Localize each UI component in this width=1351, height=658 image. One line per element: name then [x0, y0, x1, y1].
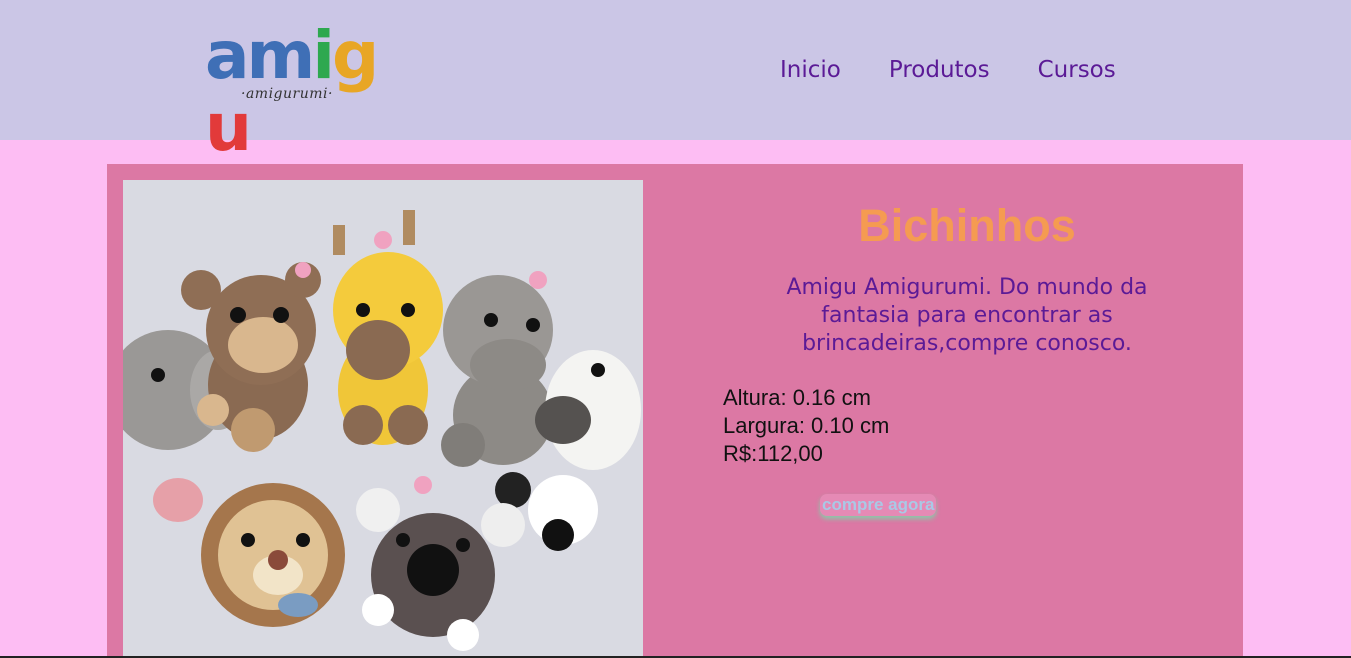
logo-tagline: ·amigurumi·	[241, 86, 333, 102]
product-description: Amigu Amigurumi. Do mundo da fantasia pa…	[786, 275, 1148, 356]
main-nav: Inicio Produtos Cursos	[780, 55, 1164, 85]
logo-letter: g	[331, 17, 379, 94]
logo-letter: u	[205, 89, 252, 166]
product-price: R$:112,00	[723, 441, 823, 466]
logo-letter: a	[205, 17, 250, 94]
logo-letter: m	[246, 17, 316, 94]
product-title: Bichinhos	[858, 200, 1076, 251]
nav-link-inicio[interactable]: Inicio	[780, 55, 841, 85]
product-height: Altura: 0.16 cm	[723, 385, 871, 410]
product-width: Largura: 0.10 cm	[723, 413, 890, 438]
amigu-logo[interactable]: amig u ·amigurumi·	[205, 17, 395, 164]
product-card: Bichinhos Amigu Amigurumi. Do mundo da f…	[107, 164, 1243, 658]
nav-link-cursos[interactable]: Cursos	[1038, 55, 1116, 85]
logo-letter: i	[312, 17, 335, 94]
site-header: amig u ·amigurumi· Inicio Produtos Cursos	[0, 0, 1351, 164]
product-specs: Altura: 0.16 cm Largura: 0.10 cm R$:112,…	[723, 384, 889, 468]
buy-now-button[interactable]: compre agora	[820, 494, 937, 516]
amigurumi-animals-photo	[123, 180, 643, 658]
product-image	[123, 180, 643, 658]
nav-link-produtos[interactable]: Produtos	[889, 55, 990, 85]
